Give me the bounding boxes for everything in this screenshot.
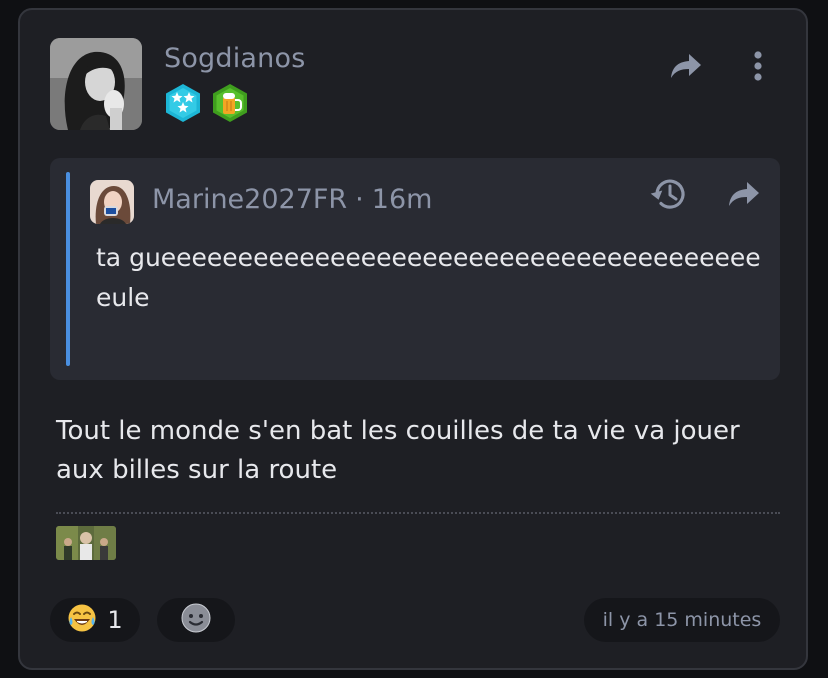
reaction-laughing[interactable]: 1 [50, 598, 140, 642]
post-body: Tout le monde s'en bat les couilles de t… [56, 416, 740, 485]
quote-accent-bar [66, 172, 70, 366]
quoted-message[interactable]: Marine2027FR · 16m ta gueeeeeeeeeeeeeeeeee… [50, 158, 780, 380]
quote-author-avatar[interactable] [90, 180, 134, 224]
beer-badge-icon[interactable] [210, 83, 250, 123]
stars-badge-icon[interactable] [163, 83, 203, 123]
signature-divider [56, 512, 780, 514]
author-username[interactable]: Sogdianos [164, 43, 305, 74]
quote-author-line: Marine2027FR · 16m [152, 184, 432, 215]
signature-image[interactable] [56, 526, 116, 560]
author-avatar[interactable] [50, 38, 142, 130]
more-options-icon[interactable] [740, 48, 776, 84]
author-badges [163, 83, 250, 123]
quote-time: 16m [371, 184, 433, 215]
add-reaction-emoji-icon [180, 602, 212, 638]
quote-separator: · [355, 184, 364, 215]
history-icon[interactable] [648, 174, 688, 214]
share-icon[interactable] [668, 48, 704, 84]
post-timestamp: il y a 15 minutes [584, 598, 780, 642]
post-card: Sogdianos Marine2027FR · 16m ta gueeeeee… [18, 8, 808, 670]
quote-author-name[interactable]: Marine2027FR [152, 184, 347, 215]
add-reaction-button[interactable] [157, 598, 235, 642]
quote-text: ta gueeeeeeeeeeeeeeeeeeeeeeeeeeeeeeeeeee… [96, 243, 761, 312]
laughing-crying-emoji-icon [67, 603, 97, 637]
quote-share-icon[interactable] [724, 174, 764, 214]
reaction-count: 1 [107, 606, 123, 634]
